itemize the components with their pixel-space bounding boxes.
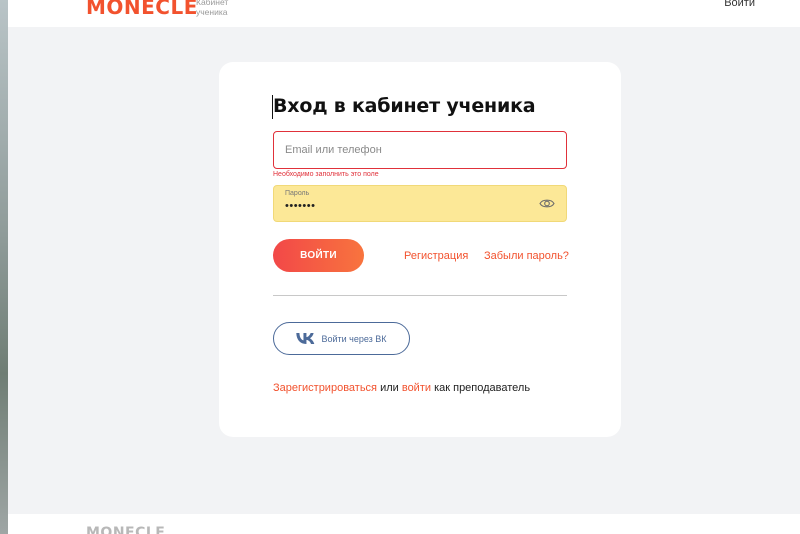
email-input[interactable] — [285, 144, 566, 156]
password-label: Пароль — [285, 190, 310, 197]
page-title: Вход в кабинет ученика — [273, 95, 536, 117]
divider — [273, 295, 567, 296]
email-error-message: Необходимо заполнить это поле — [273, 171, 379, 178]
teacher-login-link[interactable]: войти — [402, 382, 431, 394]
teacher-register-link[interactable]: Зарегистрироваться — [273, 382, 377, 394]
teacher-suffix-text: как преподаватель — [431, 382, 531, 394]
vk-login-button[interactable]: Войти через ВК — [273, 322, 410, 355]
background-strip — [0, 0, 8, 534]
header: MONECLE Кабинет ученика Войти — [8, 0, 800, 27]
header-login-link[interactable]: Войти — [724, 0, 755, 9]
eye-icon[interactable] — [539, 197, 555, 210]
logo[interactable]: MONECLE — [86, 0, 198, 19]
register-link[interactable]: Регистрация — [404, 250, 468, 262]
footer-logo[interactable]: MONECLE — [86, 525, 165, 534]
email-field[interactable] — [273, 131, 567, 169]
footer: MONECLE — [8, 514, 800, 534]
forgot-password-link[interactable]: Забыли пароль? — [484, 250, 569, 262]
vk-button-label: Войти через ВК — [321, 333, 387, 344]
teacher-line: Зарегистрироваться или войти как препода… — [273, 382, 530, 394]
password-value[interactable]: ••••••• — [285, 200, 315, 212]
logo-subtitle: Кабинет ученика — [196, 0, 229, 17]
login-card: Вход в кабинет ученика Необходимо заполн… — [219, 62, 621, 437]
vk-icon — [296, 333, 315, 344]
login-button[interactable]: ВОЙТИ — [273, 239, 364, 272]
password-field[interactable]: Пароль ••••••• — [273, 185, 567, 222]
teacher-or-text: или — [377, 382, 402, 394]
